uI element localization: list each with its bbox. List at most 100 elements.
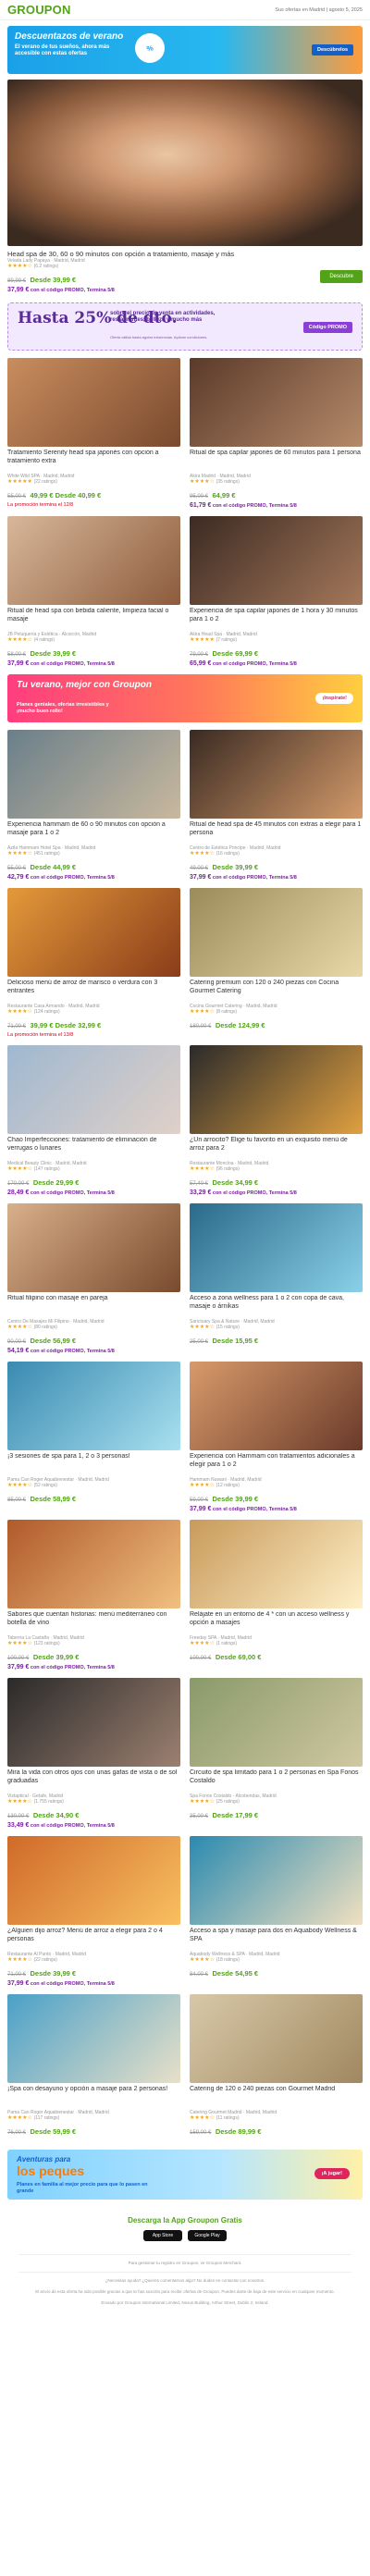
deal-image[interactable] bbox=[190, 730, 363, 819]
deal-image[interactable] bbox=[7, 730, 180, 819]
deal-title[interactable]: Ritual filipino con masaje en pareja bbox=[7, 1295, 180, 1319]
deal-price: Desde 59,99 € bbox=[30, 2127, 77, 2136]
rating-count: (11 ratings) bbox=[216, 2115, 240, 2121]
deal-card[interactable]: Ritual de spa capilar japonés de 60 minu… bbox=[190, 351, 363, 509]
hero-deal-title[interactable]: Head spa de 30, 60 o 90 minutos con opci… bbox=[7, 250, 276, 258]
deal-card[interactable]: Ritual de head spa de 45 minutos con ext… bbox=[190, 722, 363, 881]
deal-image[interactable] bbox=[190, 1836, 363, 1925]
deal-title[interactable]: Relájate en un entorno de 4 * con un acc… bbox=[190, 1611, 363, 1635]
deal-image[interactable] bbox=[190, 1994, 363, 2083]
deal-card[interactable]: Experiencia de spa capilar japonés de 1 … bbox=[190, 509, 363, 667]
deal-image[interactable] bbox=[7, 1836, 180, 1925]
deal-title[interactable]: Sabores que cuentan historias: menú medi… bbox=[7, 1611, 180, 1635]
deal-title[interactable]: Experiencia con Hammam con tratamientos … bbox=[190, 1453, 363, 1477]
deal-title[interactable]: Ritual de head spa de 45 minutos con ext… bbox=[190, 821, 363, 845]
promo-code-banner[interactable]: Hasta 25% de dto. sobre el precio de ven… bbox=[7, 302, 363, 351]
deal-title[interactable]: Experiencia de spa capilar japonés de 1 … bbox=[190, 608, 363, 632]
deal-title[interactable]: ¡3 sesiones de spa para 1, 2 o 3 persona… bbox=[7, 1453, 180, 1477]
family-adventures-banner[interactable]: Aventuras para los peques Planes en fami… bbox=[7, 2150, 363, 2200]
deal-title[interactable]: Delicioso menú de arroz de marisco o ver… bbox=[7, 980, 180, 1004]
deal-image[interactable] bbox=[190, 1678, 363, 1767]
summer-deals-banner[interactable]: Descuentazos de verano El verano de tus … bbox=[7, 26, 363, 74]
deal-card[interactable]: Experiencia hammam de 60 o 90 minutos co… bbox=[7, 722, 180, 881]
deal-price: Desde 124,99 € bbox=[215, 1021, 265, 1029]
deal-image[interactable] bbox=[190, 358, 363, 447]
deal-title[interactable]: ¡Spa con desayuno y opción a masaje para… bbox=[7, 2086, 180, 2110]
rating-count: (12 ratings) bbox=[216, 1483, 240, 1488]
deal-image[interactable] bbox=[190, 1362, 363, 1450]
deal-image[interactable] bbox=[190, 1520, 363, 1608]
promo-code-button[interactable]: Código PROMO bbox=[302, 322, 352, 333]
deal-price: Desde 56,99 € bbox=[30, 1337, 77, 1345]
deal-image[interactable] bbox=[7, 888, 180, 977]
hero-deal[interactable]: Head spa de 30, 60 o 90 minutos con opci… bbox=[7, 80, 363, 293]
app-store-badge[interactable]: App Store bbox=[143, 2230, 182, 2241]
old-price: 180,00 € bbox=[190, 1024, 212, 1029]
deal-image[interactable] bbox=[7, 516, 180, 605]
deal-image[interactable] bbox=[7, 358, 180, 447]
deal-image[interactable] bbox=[7, 1362, 180, 1450]
deal-title[interactable]: Catering de 120 o 240 piezas con Gourmet… bbox=[190, 2086, 363, 2110]
deal-image[interactable] bbox=[7, 1994, 180, 2083]
deal-card[interactable]: Circuito de spa limitado para 1 o 2 pers… bbox=[190, 1670, 363, 1829]
footer-help-text[interactable]: ¿Necesitas ayuda? ¿Quieres comentarnos a… bbox=[18, 2278, 352, 2284]
deal-image[interactable] bbox=[7, 1203, 180, 1292]
hero-deal-image[interactable] bbox=[7, 80, 363, 246]
deal-card[interactable]: Sabores que cuentan historias: menú medi… bbox=[7, 1512, 180, 1670]
deal-image[interactable] bbox=[190, 516, 363, 605]
promo-price: 33,29 € bbox=[190, 1189, 212, 1196]
deal-title[interactable]: Acceso a spa y masaje para dos en Aquabo… bbox=[190, 1928, 363, 1952]
deal-image[interactable] bbox=[190, 1045, 363, 1134]
deal-title[interactable]: Ritual de head spa con bebida caliente, … bbox=[7, 608, 180, 632]
deal-title[interactable]: ¿Un arrocito? Elige tu favorito en un ex… bbox=[190, 1137, 363, 1161]
deal-title[interactable]: Experiencia hammam de 60 o 90 minutos co… bbox=[7, 821, 180, 845]
deal-title[interactable]: Mira la vida con otros ojos con unas gaf… bbox=[7, 1769, 180, 1793]
discover-button[interactable]: Descúbrelos bbox=[311, 44, 353, 55]
deal-card[interactable]: Tratamiento Serenity head spa japonés co… bbox=[7, 351, 180, 509]
play-button[interactable]: ¡A jugar! bbox=[314, 2168, 350, 2179]
deal-card[interactable]: Mira la vida con otros ojos con unas gaf… bbox=[7, 1670, 180, 1829]
deal-card[interactable]: Acceso a zona wellness para 1 o 2 con co… bbox=[190, 1196, 363, 1354]
deal-image[interactable] bbox=[190, 1203, 363, 1292]
deal-rating: ★★★★☆ (22 ratings) bbox=[7, 1957, 180, 1964]
deal-title[interactable]: Acceso a zona wellness para 1 o 2 con co… bbox=[190, 1295, 363, 1319]
deal-card[interactable]: Chao Imperfecciones: tratamiento de elim… bbox=[7, 1038, 180, 1196]
deal-image[interactable] bbox=[7, 1045, 180, 1134]
deal-title[interactable]: Ritual de spa capilar japonés de 60 minu… bbox=[190, 450, 363, 474]
rating-stars-icon: ★★★★☆ bbox=[190, 1483, 215, 1488]
deal-title[interactable]: Tratamiento Serenity head spa japonés co… bbox=[7, 450, 180, 474]
deal-title[interactable]: Circuito de spa limitado para 1 o 2 pers… bbox=[190, 1769, 363, 1793]
deal-rating: ★★★★☆ (15 ratings) bbox=[190, 1325, 363, 1331]
deal-title[interactable]: ¿Alguien dijo arroz? Menú de arroz a ele… bbox=[7, 1928, 180, 1952]
deal-card[interactable]: ¡Spa con desayuno y opción a masaje para… bbox=[7, 1987, 180, 2138]
deal-image[interactable] bbox=[7, 1678, 180, 1767]
rating-stars-icon: ★★★★☆ bbox=[190, 851, 215, 857]
rating-stars-icon: ★★★★☆ bbox=[190, 1325, 215, 1330]
deal-card[interactable]: Relájate en un entorno de 4 * con un acc… bbox=[190, 1512, 363, 1670]
inspire-button[interactable]: ¡Inspírate! bbox=[315, 693, 353, 704]
deal-card[interactable]: ¿Alguien dijo arroz? Menú de arroz a ele… bbox=[7, 1829, 180, 1987]
summer-inspiration-banner[interactable]: Tu verano, mejor con Groupon Planes geni… bbox=[7, 674, 363, 722]
hero-cta-button[interactable]: Descubre bbox=[320, 270, 363, 283]
deal-card[interactable]: Catering premium con 120 o 240 piezas co… bbox=[190, 881, 363, 1038]
deal-image[interactable] bbox=[190, 888, 363, 977]
deal-rating: ★★★★☆ (1 ratings) bbox=[190, 1641, 363, 1647]
deal-image[interactable] bbox=[7, 1520, 180, 1608]
deal-title[interactable]: Catering premium con 120 o 240 piezas co… bbox=[190, 980, 363, 1004]
deal-card[interactable]: ¡3 sesiones de spa para 1, 2 o 3 persona… bbox=[7, 1354, 180, 1512]
deal-card[interactable]: Experiencia con Hammam con tratamientos … bbox=[190, 1354, 363, 1512]
google-play-badge[interactable]: Google Play bbox=[188, 2230, 227, 2241]
deal-card[interactable]: Acceso a spa y masaje para dos en Aquabo… bbox=[190, 1829, 363, 1987]
deal-card[interactable]: ¿Un arrocito? Elige tu favorito en un ex… bbox=[190, 1038, 363, 1196]
deal-card[interactable]: Ritual de head spa con bebida caliente, … bbox=[7, 509, 180, 667]
deal-card[interactable]: Delicioso menú de arroz de marisco o ver… bbox=[7, 881, 180, 1038]
app-download-title: Descarga la App Groupon Gratis bbox=[128, 2216, 242, 2225]
rating-count: (16 ratings) bbox=[216, 851, 240, 857]
groupon-logo[interactable]: GROUPON bbox=[7, 3, 71, 17]
deal-title[interactable]: Chao Imperfecciones: tratamiento de elim… bbox=[7, 1137, 180, 1161]
deal-rating: ★★★★☆ (11 ratings) bbox=[190, 2115, 363, 2122]
promo-text: con el código PROMO, Termina 5/8 bbox=[212, 661, 297, 667]
deal-card[interactable]: Ritual filipino con masaje en pareja Cent… bbox=[7, 1196, 180, 1354]
rating-count: (25 ratings) bbox=[216, 1799, 240, 1805]
deal-card[interactable]: Catering de 120 o 240 piezas con Gourmet… bbox=[190, 1987, 363, 2138]
